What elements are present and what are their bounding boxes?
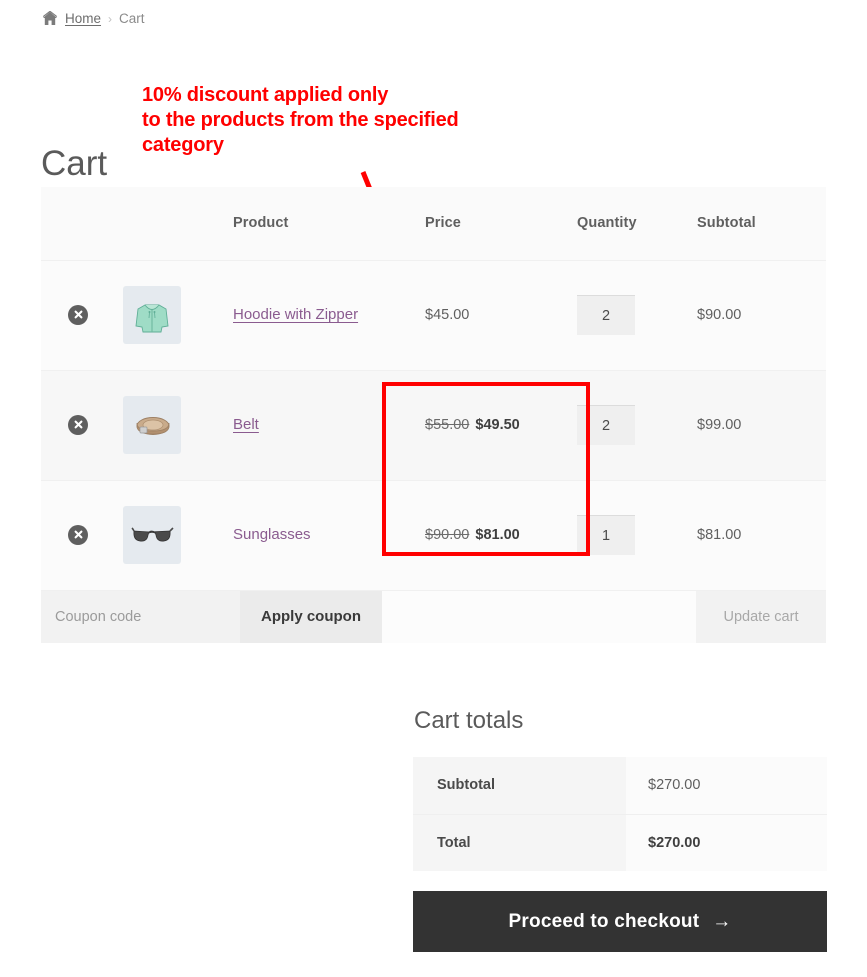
column-header-thumbnail [121,187,233,260]
subtotal-amount: $270.00 [626,757,827,814]
cart-totals-section: Cart totals Subtotal $270.00 Total $270.… [413,707,827,871]
column-header-remove [41,187,121,260]
remove-item-icon[interactable] [68,414,88,435]
subtotal-value: $81.00 [697,479,826,590]
price-original: $55.00 [425,417,470,433]
breadcrumb: Home › Cart [42,11,145,26]
thumbnail-cell [121,369,233,480]
belt-thumbnail[interactable] [123,396,181,454]
price-discounted: $49.50 [475,417,520,433]
page-title: Cart [41,144,108,184]
hoodie-thumbnail[interactable] [123,286,181,344]
remove-item-icon[interactable] [68,304,88,325]
quantity-cell: 2 [577,369,697,480]
proceed-to-checkout-button[interactable]: Proceed to checkout → [413,891,827,952]
product-link[interactable]: Sunglasses [233,526,311,543]
coupon-row: Apply coupon Update cart [41,589,826,643]
breadcrumb-link-home[interactable]: Home [65,11,101,26]
coupon-input[interactable] [41,590,240,643]
cart-totals-title: Cart totals [414,707,524,734]
sunglasses-thumbnail[interactable] [123,506,181,564]
arrow-right-icon: → [712,910,732,932]
checkout-label: Proceed to checkout [508,910,700,932]
product-name-cell: Hoodie with Zipper [233,259,425,370]
quantity-cell: 1 [577,479,697,590]
subtotal-value: $90.00 [697,259,826,370]
subtotal-label: Subtotal [413,757,626,814]
quantity-input[interactable]: 1 [577,515,635,555]
product-link[interactable]: Belt [233,416,259,433]
update-cart-button[interactable]: Update cart [696,590,826,643]
annotation-text: 10% discount applied only to the product… [142,84,459,156]
cart-totals-table: Subtotal $270.00 Total $270.00 [413,757,827,871]
breadcrumb-separator: › [108,11,113,26]
product-name-cell: Sunglasses [233,479,425,590]
price-cell: $55.00 $49.50 [425,369,577,480]
product-link[interactable]: Hoodie with Zipper [233,306,358,323]
remove-item-icon[interactable] [68,524,88,545]
total-label: Total [413,813,626,871]
price-discounted: $81.00 [475,527,520,543]
table-row: Belt $55.00 $49.50 2 $99.00 [41,369,826,480]
quantity-cell: 2 [577,259,697,370]
total-amount: $270.00 [626,813,827,871]
cart-table-header-row: Product Price Quantity Subtotal [41,187,826,260]
remove-cell [41,369,121,480]
price-cell: $90.00 $81.00 [425,479,577,590]
column-header-subtotal: Subtotal [697,215,756,232]
home-icon [42,11,58,26]
breadcrumb-current: Cart [119,11,145,26]
column-header-quantity: Quantity [577,215,637,232]
column-header-price: Price [425,215,461,232]
apply-coupon-button[interactable]: Apply coupon [240,590,382,643]
column-header-product: Product [233,215,289,232]
price-value: $45.00 [425,307,470,323]
product-name-cell: Belt [233,369,425,480]
price-original: $90.00 [425,527,470,543]
coupon-spacer [382,590,696,643]
cart-totals-subtotal-row: Subtotal $270.00 [413,757,827,814]
thumbnail-cell [121,479,233,590]
remove-cell [41,259,121,370]
cart-totals-total-row: Total $270.00 [413,813,827,871]
quantity-input[interactable]: 2 [577,405,635,445]
remove-cell [41,479,121,590]
table-row: Hoodie with Zipper $45.00 2 $90.00 [41,259,826,370]
table-row: Sunglasses $90.00 $81.00 1 $81.00 [41,479,826,590]
thumbnail-cell [121,259,233,370]
coupon-cell: Apply coupon Update cart [41,589,826,643]
quantity-input[interactable]: 2 [577,295,635,335]
price-cell: $45.00 [425,259,577,370]
cart-table: Product Price Quantity Subtotal Hoodie w… [41,187,826,643]
subtotal-value: $99.00 [697,369,826,480]
